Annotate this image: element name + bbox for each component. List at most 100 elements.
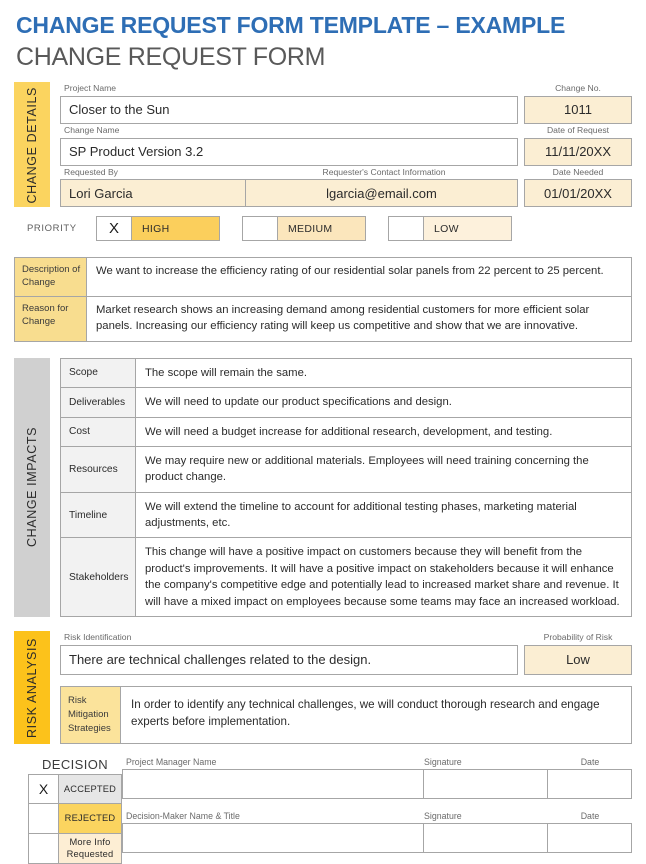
impact-text-resources[interactable]: We may require new or additional materia… [136,446,631,492]
page-subtitle: CHANGE REQUEST FORM [16,43,326,72]
project-name-label: Project Name [64,83,117,94]
change-name-group: Change Name SP Product Version 3.2 [60,124,518,166]
priority-low-label: LOW [424,216,512,242]
requested-by-fields: Lori Garcia lgarcia@email.com [60,179,518,208]
priority-medium-checkbox[interactable] [242,216,278,242]
risk-mitigation-row: Risk Mitigation Strategies In order to i… [60,685,632,745]
reason-for-change-label: Reason for Change [15,297,87,341]
change-impacts-sidebar-label: CHANGE IMPACTS [25,427,39,548]
priority-label: PRIORITY [27,223,77,235]
change-name-input[interactable]: SP Product Version 3.2 [60,137,518,166]
signature-block-1-headers: Project Manager Name Signature Date [122,757,632,769]
change-impacts-section: CHANGE IMPACTS Scope The scope will rema… [14,357,632,617]
decision-maker-date-input[interactable] [548,823,632,854]
decision-options-table: X ACCEPTED REJECTED More Info Requested [28,774,122,864]
risk-identification-label: Risk Identification [64,631,132,642]
signature-blocks: Project Manager Name Signature Date Deci… [122,757,632,854]
impact-label-cost: Cost [61,417,136,446]
priority-option-medium[interactable]: MEDIUM [242,216,366,242]
signature-block-project-manager: Project Manager Name Signature Date [122,757,632,800]
decision-maker-signature-label: Signature [424,811,462,822]
date-of-request-group: Date of Request 11/11/20XX [524,124,632,166]
impact-text-timeline[interactable]: We will extend the timeline to account f… [136,492,631,538]
risk-analysis-section: RISK ANALYSIS Risk Identification There … [14,630,632,745]
risk-mitigation-label: Risk Mitigation Strategies [61,686,121,744]
project-name-input[interactable]: Closer to the Sun [60,95,518,124]
decision-rejected-label: REJECTED [59,804,122,835]
priority-option-low[interactable]: LOW [388,216,512,242]
impact-row-timeline: Timeline We will extend the timeline to … [61,492,631,539]
priority-option-high[interactable]: X HIGH [96,216,220,242]
priority-row: PRIORITY X HIGH MEDIUM LOW [14,216,632,242]
priority-high-checkbox[interactable]: X [96,216,132,242]
description-of-change-row: Description of Change We want to increas… [15,258,631,298]
probability-of-risk-input[interactable]: Low [524,644,632,675]
change-no-group: Change No. 1011 [524,82,632,124]
change-no-label: Change No. [555,83,601,94]
decision-accepted-label: ACCEPTED [59,774,122,805]
project-name-row: Project Name Closer to the Sun Change No… [60,82,632,124]
signature-block-1-fields [122,769,632,800]
page-title: CHANGE REQUEST FORM TEMPLATE – EXAMPLE [16,12,566,38]
reason-for-change-text[interactable]: Market research shows an increasing dema… [87,297,631,341]
project-manager-date-input[interactable] [548,769,632,800]
risk-identification-row: Risk Identification There are technical … [60,631,632,675]
probability-of-risk-label: Probability of Risk [543,631,613,642]
contact-label: Requester's Contact Information [322,166,446,177]
impact-label-timeline: Timeline [61,492,136,538]
impact-row-resources: Resources We may require new or addition… [61,446,631,493]
date-of-request-label: Date of Request [546,124,610,135]
priority-low-checkbox[interactable] [388,216,424,242]
description-reason-table: Description of Change We want to increas… [14,257,632,342]
change-details-sidebar: CHANGE DETAILS [14,82,50,208]
impact-row-cost: Cost We will need a budget increase for … [61,417,631,447]
description-of-change-label: Description of Change [15,258,87,297]
project-manager-signature-input[interactable] [424,769,548,800]
impact-label-scope: Scope [61,358,136,388]
requested-by-label: Requested By [64,166,118,177]
change-no-input[interactable]: 1011 [524,95,632,124]
risk-mitigation-text[interactable]: In order to identify any technical chall… [121,686,631,744]
decision-rejected-checkbox[interactable] [28,804,59,835]
priority-medium-label: MEDIUM [278,216,366,242]
decision-more-info-checkbox[interactable] [28,834,59,864]
date-of-request-input[interactable]: 11/11/20XX [524,137,632,166]
decision-maker-signature-input[interactable] [424,823,548,854]
project-manager-name-input[interactable] [122,769,424,800]
risk-identification-group: Risk Identification There are technical … [60,631,518,675]
decision-option-accepted[interactable]: X ACCEPTED [28,774,122,805]
requested-by-input[interactable]: Lori Garcia [60,179,246,208]
impact-text-scope[interactable]: The scope will remain the same. [136,358,631,388]
project-manager-date-label: Date [580,757,600,768]
decision-option-rejected[interactable]: REJECTED [28,804,122,835]
decision-maker-name-label: Decision-Maker Name & Title [126,811,240,822]
risk-analysis-sidebar-label: RISK ANALYSIS [25,637,39,738]
decision-option-more-info[interactable]: More Info Requested [28,834,122,864]
change-impacts-sidebar: CHANGE IMPACTS [14,357,50,617]
impact-label-deliverables: Deliverables [61,388,136,417]
impact-text-deliverables[interactable]: We will need to update our product speci… [136,388,631,417]
reason-for-change-row: Reason for Change Market research shows … [15,297,631,342]
decision-maker-name-input[interactable] [122,823,424,854]
priority-high-label: HIGH [132,216,220,242]
risk-identification-input[interactable]: There are technical challenges related t… [60,644,518,675]
change-details-body: Project Name Closer to the Sun Change No… [50,82,632,208]
impact-text-stakeholders[interactable]: This change will have a positive impact … [136,538,631,616]
decision-accepted-checkbox[interactable]: X [28,774,59,805]
decision-more-info-label: More Info Requested [59,834,122,864]
impact-text-cost[interactable]: We will need a budget increase for addit… [136,417,631,446]
risk-analysis-sidebar: RISK ANALYSIS [14,630,50,745]
date-needed-input[interactable]: 01/01/20XX [524,179,632,208]
date-needed-label: Date Needed [552,166,604,177]
description-of-change-text[interactable]: We want to increase the efficiency ratin… [87,258,631,297]
requested-by-group: Requested By Requester's Contact Informa… [60,166,518,208]
decision-section: DECISION X ACCEPTED REJECTED More Info R… [14,757,632,864]
change-details-section: CHANGE DETAILS Project Name Closer to th… [14,82,632,208]
change-request-form-page: CHANGE REQUEST FORM TEMPLATE – EXAMPLE C… [0,0,646,864]
signature-block-decision-maker: Decision-Maker Name & Title Signature Da… [122,811,632,854]
project-name-group: Project Name Closer to the Sun [60,82,518,124]
signature-block-2-fields [122,823,632,854]
contact-input[interactable]: lgarcia@email.com [246,179,518,208]
project-manager-signature-label: Signature [424,757,462,768]
impact-row-scope: Scope The scope will remain the same. [61,358,631,389]
